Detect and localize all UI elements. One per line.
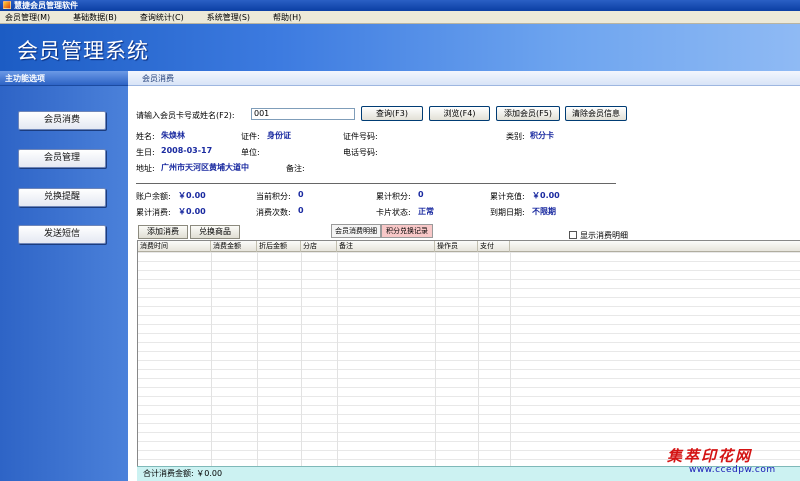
clear-member-button[interactable]: 清除会员信息 <box>565 106 627 121</box>
grid-line <box>478 252 479 466</box>
add-member-button[interactable]: 添加会员(F5) <box>496 106 560 121</box>
name-value: 朱焕林 <box>161 131 185 140</box>
title-bar: 慧捷会员管理软件 <box>0 0 800 11</box>
col-branch[interactable]: 分店 <box>301 241 337 252</box>
spend-count-value: 0 <box>298 206 304 215</box>
tab-points-record[interactable]: 积分兑换记录 <box>381 224 433 238</box>
menu-basic-data[interactable]: 基础数据(B) <box>68 11 122 24</box>
menu-help[interactable]: 帮助(H) <box>268 11 306 24</box>
category-label: 类别: <box>506 132 525 141</box>
grid-line <box>211 252 212 466</box>
sidebar: 主功能选项 会员消费 会员管理 兑换提醒 发送短信 <box>0 71 128 481</box>
watermark-text: 集萃印花网 <box>667 447 753 465</box>
col-discount-amount[interactable]: 折后金额 <box>257 241 301 252</box>
window-title: 慧捷会员管理软件 <box>14 1 78 10</box>
tab-consume-detail[interactable]: 会员消费明细 <box>331 224 381 238</box>
balance-label: 账户余额: <box>136 192 171 201</box>
search-input[interactable]: 001 <box>251 108 355 120</box>
consume-table[interactable]: 消费时间 消费金额 折后金额 分店 备注 操作员 支付 <box>137 240 800 466</box>
idno-label: 证件号码: <box>343 132 378 141</box>
total-recharge-value: ￥0.00 <box>532 191 560 200</box>
search-label: 请输入会员卡号或姓名(F2): <box>136 111 235 120</box>
unit-label: 单位: <box>241 148 260 157</box>
banner: 会员管理系统 <box>0 24 800 71</box>
grid-line <box>435 252 436 466</box>
balance-value: ￥0.00 <box>178 191 206 200</box>
banner-title: 会员管理系统 <box>17 39 149 63</box>
category-value: 积分卡 <box>530 131 554 140</box>
menu-query-stats[interactable]: 查询统计(C) <box>135 11 189 24</box>
col-remark[interactable]: 备注 <box>337 241 435 252</box>
menu-bar: 会员管理(M) 基础数据(B) 查询统计(C) 系统管理(S) 帮助(H) <box>0 11 800 24</box>
total-spend-label: 累计消费: <box>136 208 171 217</box>
table-header: 消费时间 消费金额 折后金额 分店 备注 操作员 支付 <box>138 241 800 252</box>
grid-line <box>510 252 511 466</box>
sidebar-header: 主功能选项 <box>0 71 128 86</box>
panel-title: 会员消费 <box>128 71 800 86</box>
browse-button[interactable]: 浏览(F4) <box>429 106 490 121</box>
col-consume-amount[interactable]: 消费金额 <box>211 241 257 252</box>
total-spend-value: ￥0.00 <box>178 207 206 216</box>
sidebar-item-member-manage[interactable]: 会员管理 <box>18 149 106 168</box>
query-button[interactable]: 查询(F3) <box>361 106 423 121</box>
birthday-value: 2008-03-17 <box>161 146 213 155</box>
show-detail-checkbox[interactable] <box>569 231 577 239</box>
total-points-value: 0 <box>418 190 424 199</box>
menu-member[interactable]: 会员管理(M) <box>0 11 55 24</box>
sidebar-item-exchange-reminder[interactable]: 兑换提醒 <box>18 188 106 207</box>
spend-count-label: 消费次数: <box>256 208 291 217</box>
watermark-url: www.ccedpw.com <box>689 465 776 475</box>
col-operator[interactable]: 操作员 <box>435 241 478 252</box>
grid-line <box>257 252 258 466</box>
app-icon <box>3 1 11 9</box>
menu-system[interactable]: 系统管理(S) <box>202 11 255 24</box>
expiry-label: 到期日期: <box>490 208 525 217</box>
add-consume-button[interactable]: 添加消费 <box>138 225 188 239</box>
address-label: 地址: <box>136 164 155 173</box>
phone-label: 电话号码: <box>343 148 378 157</box>
col-consume-time[interactable]: 消费时间 <box>138 241 211 252</box>
footer-total-value: ￥0.00 <box>196 469 223 478</box>
card-status-label: 卡片状态: <box>376 208 411 217</box>
address-value: 广州市天河区黄埔大道中 <box>161 163 249 172</box>
expiry-value: 不限期 <box>532 207 556 216</box>
exchange-goods-button[interactable]: 兑换商品 <box>190 225 240 239</box>
idtype-value: 身份证 <box>267 131 291 140</box>
birthday-label: 生日: <box>136 148 155 157</box>
col-payment[interactable]: 支付 <box>478 241 510 252</box>
sidebar-item-send-sms[interactable]: 发送短信 <box>18 225 106 244</box>
total-recharge-label: 累计充值: <box>490 192 525 201</box>
divider-line <box>136 183 616 184</box>
card-status-value: 正常 <box>418 207 434 216</box>
idtype-label: 证件: <box>241 132 260 141</box>
grid-line <box>337 252 338 466</box>
grid-line <box>301 252 302 466</box>
total-points-label: 累计积分: <box>376 192 411 201</box>
sidebar-item-member-consume[interactable]: 会员消费 <box>18 111 106 130</box>
cur-points-value: 0 <box>298 190 304 199</box>
footer-total-label: 合计消费金额: <box>143 469 194 478</box>
remark-label: 备注: <box>286 164 305 173</box>
cur-points-label: 当前积分: <box>256 192 291 201</box>
name-label: 姓名: <box>136 132 155 141</box>
